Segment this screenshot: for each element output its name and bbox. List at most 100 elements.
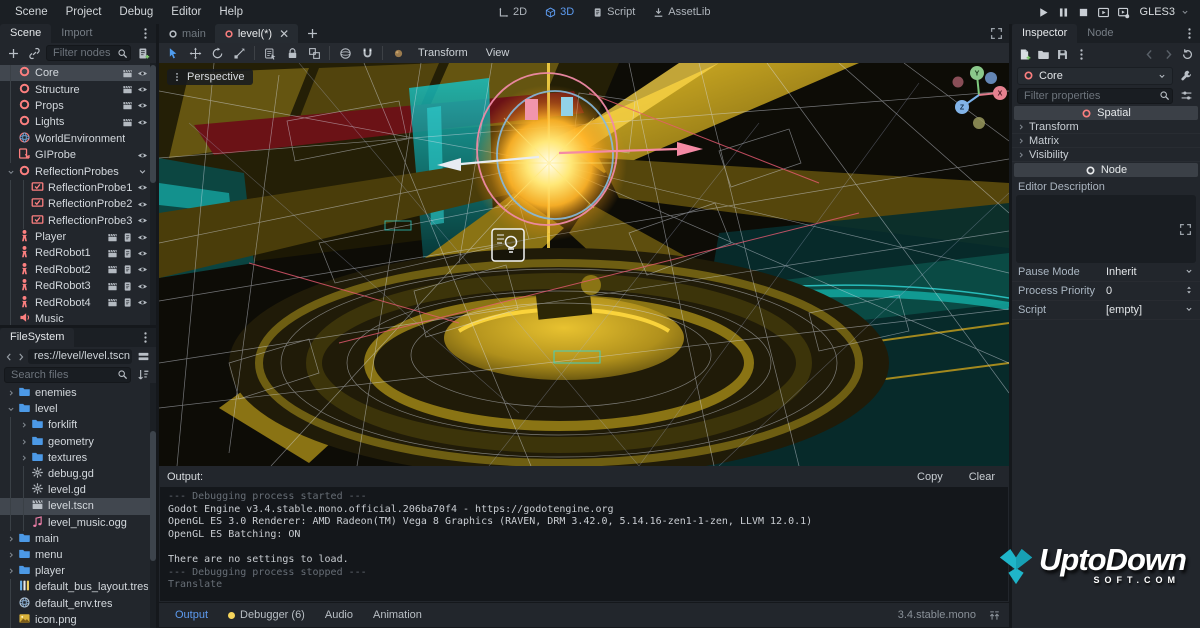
visibility-toggle-icon[interactable] <box>137 199 148 210</box>
dock-menu-icon[interactable] <box>135 27 156 40</box>
group-matrix[interactable]: Matrix <box>1012 134 1200 148</box>
3d-viewport[interactable]: Y X Z Perspective <box>159 63 1009 466</box>
nav-forward-icon[interactable] <box>16 352 26 362</box>
distraction-free-icon[interactable] <box>990 27 1003 40</box>
scene-node-Player[interactable]: Player <box>0 229 156 245</box>
group-visibility[interactable]: Visibility <box>1012 148 1200 162</box>
open-instance-icon[interactable] <box>122 117 133 128</box>
current-path-field[interactable]: res://level/level.tscn <box>28 349 132 364</box>
attached-script-icon[interactable] <box>122 297 133 308</box>
tree-collapse-arrow[interactable] <box>4 401 17 417</box>
visibility-toggle-icon[interactable] <box>137 281 148 292</box>
fs-item-player[interactable]: player <box>0 563 156 579</box>
light-gizmo-icon[interactable] <box>492 229 524 261</box>
bottom-tab-audio[interactable]: Audio <box>317 606 361 624</box>
visibility-toggle-icon[interactable] <box>137 232 148 243</box>
tree-expand-arrow[interactable] <box>4 563 17 579</box>
tab-scene[interactable]: Scene <box>0 24 51 43</box>
scene-node-ReflectionProbe2[interactable]: ReflectionProbe2 <box>0 196 156 212</box>
close-tab-icon[interactable]: ✕ <box>279 27 289 41</box>
scene-tree-scrollbar[interactable] <box>150 63 156 325</box>
tree-expand-arrow[interactable] <box>4 385 17 401</box>
open-instance-icon[interactable] <box>107 232 118 243</box>
expand-icon[interactable] <box>1179 223 1192 236</box>
attached-script-icon[interactable] <box>122 264 133 275</box>
toggle-split-mode-icon[interactable] <box>134 349 152 365</box>
fs-item-default_bus_layout.tres[interactable]: default_bus_layout.tres <box>0 579 156 595</box>
tree-expand-arrow[interactable] <box>17 450 30 466</box>
bottom-tab-debugger6[interactable]: Debugger (6) <box>220 606 313 624</box>
bottom-tab-animation[interactable]: Animation <box>365 606 430 624</box>
visibility-toggle-icon[interactable] <box>137 150 148 161</box>
tab-node[interactable]: Node <box>1077 24 1123 43</box>
sort-files-button[interactable] <box>134 367 152 383</box>
rotate-tool-button[interactable] <box>207 45 227 61</box>
resource-extra-icon[interactable] <box>1075 48 1088 61</box>
fs-item-menu[interactable]: menu <box>0 547 156 563</box>
collapse-children-icon[interactable] <box>137 166 148 177</box>
search-files-input[interactable] <box>4 367 131 383</box>
transform-menu[interactable]: Transform <box>410 47 476 59</box>
spinner-icon[interactable] <box>1184 285 1194 295</box>
history-forward-icon[interactable] <box>1162 48 1175 61</box>
copy-button[interactable]: Copy <box>911 470 949 484</box>
property-script[interactable]: Script [empty] <box>1012 301 1200 320</box>
visibility-toggle-icon[interactable] <box>137 182 148 193</box>
move-tool-button[interactable] <box>185 45 205 61</box>
visibility-toggle-icon[interactable] <box>137 297 148 308</box>
gizmo-handle-z[interactable] <box>561 97 573 116</box>
scene-node-GIProbe[interactable]: GIProbe <box>0 147 156 163</box>
selectable-list-button[interactable] <box>260 45 280 61</box>
lock-node-button[interactable] <box>282 45 302 61</box>
scene-node-ReflectionProbe1[interactable]: ReflectionProbe1 <box>0 180 156 196</box>
perspective-menu[interactable]: Perspective <box>167 69 253 85</box>
visibility-toggle-icon[interactable] <box>137 117 148 128</box>
new-scene-tab-button[interactable] <box>298 24 327 43</box>
scene-node-RedRobot3[interactable]: RedRobot3 <box>0 278 156 294</box>
tree-expand-arrow[interactable] <box>17 417 30 433</box>
property-process-priority[interactable]: Process Priority 0 <box>1012 282 1200 301</box>
tab-inspector[interactable]: Inspector <box>1012 24 1077 43</box>
scene-node-RedRobot1[interactable]: RedRobot1 <box>0 245 156 261</box>
sun-environment-button[interactable] <box>388 45 408 61</box>
group-transform[interactable]: Transform <box>1012 120 1200 134</box>
open-instance-icon[interactable] <box>107 297 118 308</box>
stop-button-icon[interactable] <box>1077 6 1090 19</box>
scene-node-ReflectionProbes[interactable]: ReflectionProbes <box>0 163 156 179</box>
fs-item-forklift[interactable]: forklift <box>0 417 156 433</box>
attached-script-icon[interactable] <box>122 232 133 243</box>
fs-item-textures[interactable]: textures <box>0 450 156 466</box>
fs-item-icon.png[interactable]: icon.png <box>0 612 156 628</box>
open-instance-icon[interactable] <box>122 68 133 79</box>
menubar-menu-help[interactable]: Help <box>210 3 252 21</box>
property-pause-mode[interactable]: Pause Mode Inherit <box>1012 263 1200 282</box>
fs-item-default_env.tres[interactable]: default_env.tres <box>0 595 156 611</box>
workspace-2d[interactable]: 2D <box>490 3 535 21</box>
visibility-toggle-icon[interactable] <box>137 100 148 111</box>
playcustom-button-icon[interactable] <box>1117 6 1130 19</box>
open-instance-icon[interactable] <box>122 100 133 111</box>
filesystem-tree-scrollbar[interactable] <box>150 383 156 628</box>
instance-scene-button[interactable] <box>25 45 43 61</box>
workspace-3d[interactable]: 3D <box>537 3 582 21</box>
menubar-menu-scene[interactable]: Scene <box>6 3 57 21</box>
fs-item-level[interactable]: level <box>0 401 156 417</box>
object-history-icon[interactable] <box>1181 48 1194 61</box>
nav-back-icon[interactable] <box>4 352 14 362</box>
menubar-menu-project[interactable]: Project <box>57 3 111 21</box>
new-resource-icon[interactable] <box>1018 48 1031 61</box>
fs-item-level.gd[interactable]: level.gd <box>0 482 156 498</box>
visibility-toggle-icon[interactable] <box>137 84 148 95</box>
dock-menu-icon[interactable] <box>135 331 156 344</box>
tree-expand-arrow[interactable] <box>4 531 17 547</box>
output-log[interactable]: --- Debugging process started ---Godot E… <box>160 487 1008 601</box>
open-instance-icon[interactable] <box>107 248 118 259</box>
update-spinner-icon[interactable] <box>988 609 1001 622</box>
tab-filesystem[interactable]: FileSystem <box>0 328 74 347</box>
scene-tab-main[interactable]: main <box>159 24 215 43</box>
open-instance-icon[interactable] <box>122 84 133 95</box>
local-space-button[interactable] <box>335 45 355 61</box>
scene-node-Props[interactable]: Props <box>0 98 156 114</box>
node-tools-button[interactable] <box>1177 68 1195 84</box>
attached-script-icon[interactable] <box>122 248 133 259</box>
